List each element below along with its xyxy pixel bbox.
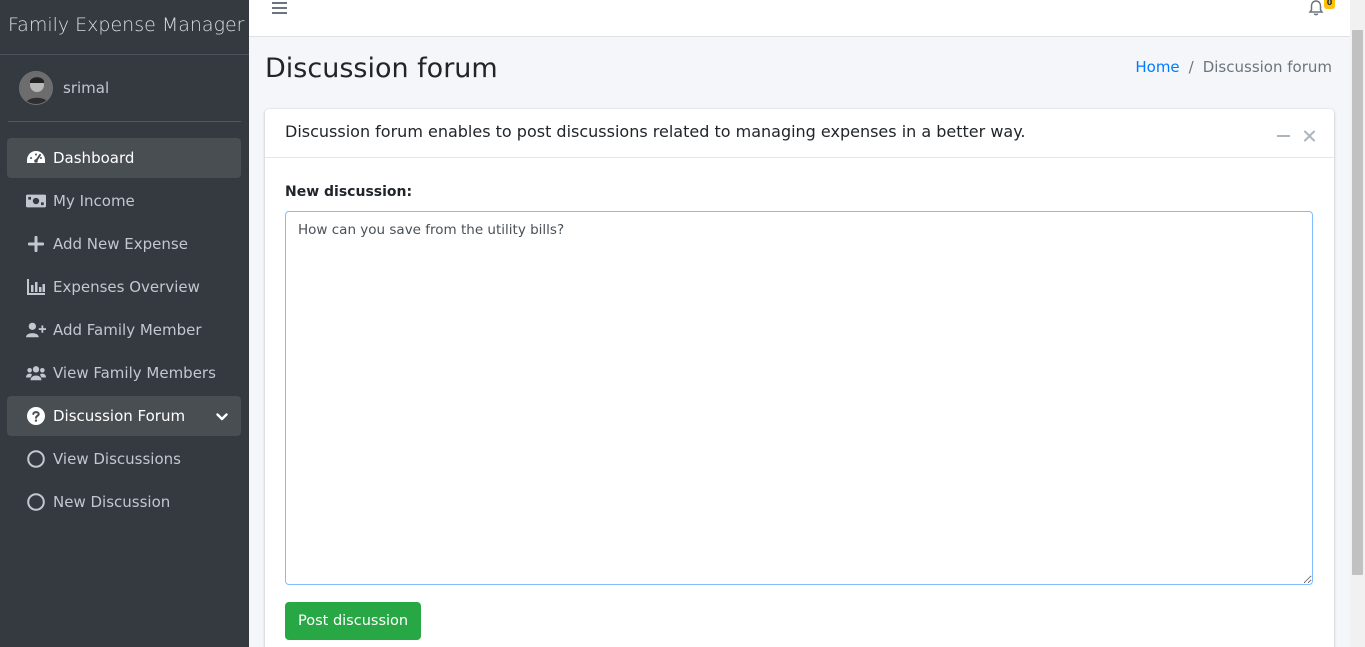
sidebar-item-view-discussions[interactable]: View Discussions bbox=[7, 439, 241, 479]
post-discussion-button[interactable]: Post discussion bbox=[285, 602, 422, 640]
minimize-icon[interactable] bbox=[1277, 127, 1290, 146]
breadcrumb-current: Discussion forum bbox=[1202, 58, 1332, 76]
discussion-textarea[interactable]: How can you save from the utility bills? bbox=[285, 211, 1313, 585]
card-header: Discussion forum enables to post discuss… bbox=[265, 109, 1334, 158]
sidebar-item-discussion-forum[interactable]: Discussion Forum bbox=[7, 396, 241, 436]
sidebar-item-expenses-overview[interactable]: Expenses Overview bbox=[7, 267, 241, 307]
sidebar-item-label: My Income bbox=[53, 192, 135, 210]
breadcrumb-home-link[interactable]: Home bbox=[1135, 58, 1179, 76]
breadcrumb: Home / Discussion forum bbox=[1135, 58, 1332, 76]
sidebar-item-add-new-expense[interactable]: Add New Expense bbox=[7, 224, 241, 264]
scrollbar-thumb[interactable] bbox=[1352, 30, 1363, 575]
chevron-down-icon bbox=[216, 408, 228, 426]
sidebar-item-label: View Family Members bbox=[53, 364, 216, 382]
user-plus-icon bbox=[26, 320, 46, 340]
breadcrumb-separator: / bbox=[1188, 58, 1194, 76]
sidebar-item-new-discussion[interactable]: New Discussion bbox=[7, 482, 241, 522]
avatar[interactable] bbox=[19, 71, 53, 105]
tachometer-icon bbox=[26, 148, 46, 168]
page-scrollbar[interactable] bbox=[1350, 0, 1365, 647]
question-circle-icon bbox=[26, 406, 46, 426]
sidebar-item-add-family-member[interactable]: Add Family Member bbox=[7, 310, 241, 350]
card-tools bbox=[1277, 127, 1315, 146]
sidebar-nav: Dashboard My Income Add New Expense Expe… bbox=[0, 122, 249, 522]
sidebar-item-my-income[interactable]: My Income bbox=[7, 181, 241, 221]
sidebar-item-label: View Discussions bbox=[53, 450, 181, 468]
new-discussion-label: New discussion: bbox=[285, 184, 413, 200]
sidebar-item-label: Add New Expense bbox=[53, 235, 188, 253]
notification-badge: 0 bbox=[1324, 0, 1335, 9]
sidebar-item-label: Add Family Member bbox=[53, 321, 202, 339]
sidebar-item-label: Dashboard bbox=[53, 149, 135, 167]
card-description: Discussion forum enables to post discuss… bbox=[285, 122, 1026, 141]
menu-icon[interactable] bbox=[272, 0, 288, 14]
page-title: Discussion forum bbox=[265, 53, 498, 84]
brand-title[interactable]: Family Expense Manager bbox=[0, 0, 249, 55]
bell-icon[interactable] bbox=[1308, 0, 1324, 20]
sidebar-item-view-family-members[interactable]: View Family Members bbox=[7, 353, 241, 393]
card-body: New discussion: How can you save from th… bbox=[265, 158, 1334, 640]
sidebar-item-label: Expenses Overview bbox=[53, 278, 200, 296]
sidebar-item-label: Discussion Forum bbox=[53, 407, 186, 425]
user-panel: srimal bbox=[8, 55, 241, 122]
sidebar: Family Expense Manager srimal Dashboard … bbox=[0, 0, 249, 647]
users-icon bbox=[26, 363, 46, 383]
discussion-card: Discussion forum enables to post discuss… bbox=[265, 109, 1334, 647]
sidebar-item-label: New Discussion bbox=[53, 493, 171, 511]
top-navbar: 0 bbox=[249, 0, 1350, 37]
circle-icon bbox=[26, 449, 46, 469]
sidebar-item-dashboard[interactable]: Dashboard bbox=[7, 138, 241, 178]
circle-icon bbox=[26, 492, 46, 512]
money-bill-icon bbox=[26, 191, 46, 211]
close-icon[interactable] bbox=[1304, 127, 1315, 146]
plus-icon bbox=[26, 234, 46, 254]
chart-bar-icon bbox=[26, 277, 46, 297]
user-name[interactable]: srimal bbox=[63, 79, 109, 97]
